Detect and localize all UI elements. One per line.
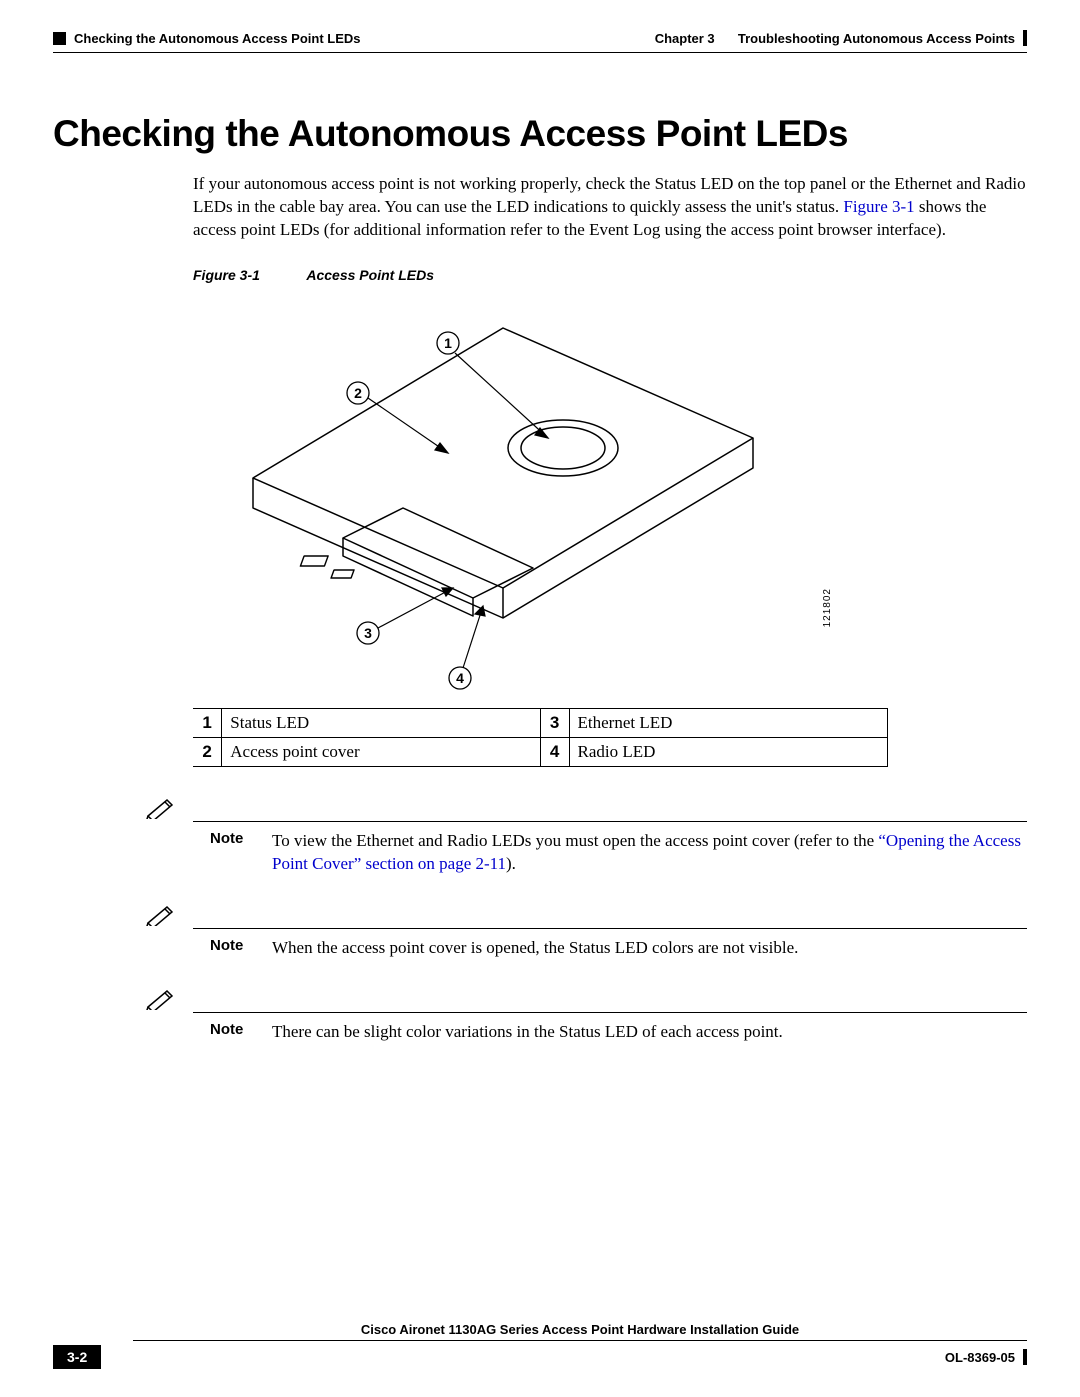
figure-image-id: 121802	[822, 588, 833, 627]
header-rule	[53, 52, 1027, 53]
pencil-icon	[133, 797, 188, 819]
footer-bar-icon	[1023, 1349, 1027, 1365]
legend-desc: Status LED	[222, 708, 540, 737]
note-text: To view the Ethernet and Radio LEDs you …	[272, 828, 1027, 876]
note-label: Note	[210, 828, 250, 847]
figure-title: Access Point LEDs	[306, 267, 434, 283]
doc-id: OL-8369-05	[945, 1349, 1027, 1365]
note-label: Note	[210, 1019, 250, 1038]
intro-paragraph: If your autonomous access point is not w…	[193, 173, 1027, 242]
callout-4: 4	[456, 670, 464, 686]
note-block: Note To view the Ethernet and Radio LEDs…	[133, 797, 1027, 876]
note-block: Note When the access point cover is open…	[133, 904, 1027, 960]
legend-num: 2	[193, 737, 222, 766]
note-rule	[193, 1012, 1027, 1013]
callout-1: 1	[444, 335, 452, 351]
page-title: Checking the Autonomous Access Point LED…	[53, 113, 1027, 155]
pencil-icon	[133, 988, 188, 1010]
note-rule	[193, 928, 1027, 929]
legend-desc: Radio LED	[569, 737, 888, 766]
header-chapter-title: Troubleshooting Autonomous Access Points	[738, 31, 1015, 46]
page-header: Checking the Autonomous Access Point LED…	[53, 30, 1027, 46]
header-section: Checking the Autonomous Access Point LED…	[74, 31, 361, 46]
page-number: 3-2	[53, 1345, 101, 1369]
note-label: Note	[210, 935, 250, 954]
note-text: When the access point cover is opened, t…	[272, 935, 1027, 960]
figure-caption: Figure 3-1 Access Point LEDs	[193, 267, 1027, 283]
table-row: 2 Access point cover 4 Radio LED	[193, 737, 888, 766]
legend-num: 4	[540, 737, 569, 766]
page-footer: Cisco Aironet 1130AG Series Access Point…	[53, 1322, 1027, 1369]
footer-guide-title: Cisco Aironet 1130AG Series Access Point…	[133, 1322, 1027, 1341]
note-text: There can be slight color variations in …	[272, 1019, 1027, 1044]
pencil-icon	[133, 904, 188, 926]
legend-desc: Ethernet LED	[569, 708, 888, 737]
header-square-icon	[53, 32, 66, 45]
figure-label: Figure 3-1	[193, 267, 303, 283]
callout-2: 2	[354, 385, 362, 401]
legend-table: 1 Status LED 3 Ethernet LED 2 Access poi…	[193, 708, 888, 767]
legend-desc: Access point cover	[222, 737, 540, 766]
header-chapter-label: Chapter 3	[655, 31, 715, 46]
legend-num: 3	[540, 708, 569, 737]
figure-diagram: 1 2 3 4 121802	[193, 298, 813, 698]
header-left: Checking the Autonomous Access Point LED…	[53, 31, 361, 46]
figure-reference-link[interactable]: Figure 3-1	[843, 197, 914, 216]
header-bar-icon	[1023, 30, 1027, 46]
header-right: Chapter 3 Troubleshooting Autonomous Acc…	[655, 30, 1027, 46]
note-block: Note There can be slight color variation…	[133, 988, 1027, 1044]
legend-num: 1	[193, 708, 222, 737]
callout-3: 3	[364, 625, 372, 641]
table-row: 1 Status LED 3 Ethernet LED	[193, 708, 888, 737]
note-rule	[193, 821, 1027, 822]
